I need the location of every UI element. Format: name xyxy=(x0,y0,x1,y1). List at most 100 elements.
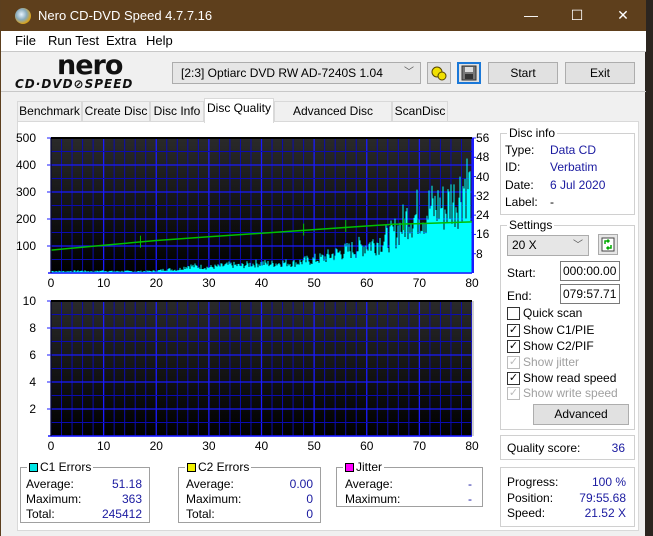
x-axis-tick-label: 70 xyxy=(412,439,427,453)
x-axis-tick-label: 10 xyxy=(96,276,111,290)
type-label: Type: xyxy=(505,143,535,157)
c1-maximum-label: Maximum: xyxy=(26,492,82,506)
x-axis-tick-label: 80 xyxy=(465,439,479,453)
quick-scan-checkbox[interactable]: Quick scan xyxy=(507,306,582,320)
y-axis-tick-label: 100 xyxy=(15,239,36,253)
x-axis-tick-label: 60 xyxy=(360,439,374,453)
x-axis-tick-label: 40 xyxy=(254,439,269,453)
x-axis-tick-label: 30 xyxy=(202,276,216,290)
x-axis-tick-label: 50 xyxy=(307,439,321,453)
x-axis-tick-label: 0 xyxy=(47,276,55,290)
y-axis-tick-label: 500 xyxy=(15,131,36,145)
disc-date-value: 6 Jul 2020 xyxy=(550,178,606,192)
app-window: Nero CD-DVD Speed 4.7.7.16 — ☐ ✕ File Ru… xyxy=(0,0,646,536)
minimize-button[interactable]: — xyxy=(508,0,554,31)
show-jitter-label: Show jitter xyxy=(523,355,580,369)
show-jitter-checkbox: ✓ Show jitter xyxy=(507,355,579,369)
show-c1-label: Show C1/PIE xyxy=(523,323,595,337)
c1-errors-title-text: C1 Errors xyxy=(40,460,92,474)
progress-group: Progress: 100 % Position: 79:55.68 Speed… xyxy=(500,467,635,527)
show-write-speed-checkbox: ✓ Show write speed xyxy=(507,386,618,400)
x-axis-tick-label: 60 xyxy=(360,276,374,290)
x-axis-tick-label: 50 xyxy=(307,276,321,290)
y-axis-tick-label: 300 xyxy=(15,185,36,199)
disc-info-group: Disc info Type: Data CD ID: Verbatim Dat… xyxy=(500,126,635,215)
quality-score-value: 36 xyxy=(611,441,625,455)
show-read-speed-checkbox[interactable]: ✓ Show read speed xyxy=(507,371,616,385)
x-axis-tick-label: 40 xyxy=(254,276,269,290)
chevron-down-icon: ﹀ xyxy=(573,240,583,251)
c2-errors-title: C2 Errors xyxy=(185,460,252,474)
disc-id-value: Verbatim xyxy=(550,160,598,174)
check-icon: ✓ xyxy=(507,355,520,369)
start-time-input[interactable]: 000:00.00 xyxy=(560,261,620,281)
c2-total-value: 0 xyxy=(306,507,313,521)
jitter-box: Jitter Average: - Maximum: - xyxy=(336,460,483,507)
check-icon: ✓ xyxy=(507,323,520,337)
right-axis-tick-label: 56 xyxy=(476,131,490,145)
c2-average-label: Average: xyxy=(186,477,234,491)
show-c1-checkbox[interactable]: ✓ Show C1/PIE xyxy=(507,323,594,337)
exit-button[interactable]: Exit xyxy=(565,62,635,84)
x-axis-tick-label: 70 xyxy=(412,276,427,290)
disc-info-title: Disc info xyxy=(507,126,558,140)
quality-score-label: Quality score: xyxy=(507,441,581,455)
end-time-input[interactable]: 079:57.71 xyxy=(560,284,620,304)
charts-area xyxy=(47,137,476,437)
settings-group: Settings 20 X ﹀ Start: 000:00.00 End: 07… xyxy=(500,218,635,430)
check-icon: ✓ xyxy=(507,386,520,400)
checkbox-box xyxy=(507,306,520,320)
check-icon: ✓ xyxy=(507,339,520,353)
progress-value: 100 % xyxy=(591,475,626,489)
x-axis-tick-label: 20 xyxy=(149,276,163,290)
y-axis-tick-label: 10 xyxy=(22,294,36,308)
maximize-button[interactable]: ☐ xyxy=(554,0,600,31)
quick-scan-label: Quick scan xyxy=(523,306,583,320)
x-axis-tick-label: 10 xyxy=(96,439,111,453)
show-c2-label: Show C2/PIF xyxy=(523,339,594,353)
x-axis-tick-label: 80 xyxy=(465,276,479,290)
y-axis-tick-label: 200 xyxy=(15,212,36,226)
c2-color-swatch xyxy=(187,462,196,472)
close-button[interactable]: ✕ xyxy=(600,0,646,31)
settings-title: Settings xyxy=(507,218,555,232)
c1-color-swatch xyxy=(29,462,38,472)
jitter-average-label: Average: xyxy=(345,477,393,491)
c1-average-value: 51.18 xyxy=(111,477,142,491)
jitter-title-text: Jitter xyxy=(356,460,383,474)
right-axis-tick-label: 40 xyxy=(476,169,490,184)
c2-maximum-label: Maximum: xyxy=(186,492,242,506)
jitter-maximum-value: - xyxy=(468,492,472,506)
right-axis-tick-label: 24 xyxy=(476,208,490,223)
jitter-title: Jitter xyxy=(343,460,385,474)
y-axis-tick-label: 2 xyxy=(29,402,36,416)
label-label: Label: xyxy=(505,195,538,209)
show-c2-checkbox[interactable]: ✓ Show C2/PIF xyxy=(507,339,594,353)
show-write-speed-label: Show write speed xyxy=(523,386,618,400)
quality-score-group: Quality score: 36 xyxy=(500,435,635,460)
c1-errors-title: C1 Errors xyxy=(27,460,94,474)
c2-errors-box: C2 Errors Average: 0.00 Maximum: 0 Total… xyxy=(178,460,321,523)
refresh-button[interactable] xyxy=(598,234,618,255)
x-axis-tick-label: 0 xyxy=(47,439,55,453)
x-axis-tick-label: 20 xyxy=(149,439,163,453)
disc-label-value: - xyxy=(550,195,554,209)
progress-label: Progress: xyxy=(507,475,559,489)
position-label: Position: xyxy=(507,491,554,505)
tab-disc-quality[interactable]: Disc Quality xyxy=(204,98,274,123)
c1-average-label: Average: xyxy=(26,477,74,491)
id-label: ID: xyxy=(505,160,521,174)
c2-maximum-value: 0 xyxy=(306,492,313,506)
jitter-average-value: - xyxy=(468,477,472,491)
position-value: 79:55.68 xyxy=(579,491,626,505)
refresh-icon xyxy=(601,237,615,252)
advanced-button[interactable]: Advanced xyxy=(533,404,629,425)
x-axis-tick-label: 30 xyxy=(202,439,216,453)
speed-label: Speed: xyxy=(507,506,546,520)
c2-total-label: Total: xyxy=(186,507,215,521)
start-label: Start: xyxy=(507,266,536,280)
c2-errors-title-text: C2 Errors xyxy=(198,460,250,474)
y-axis-tick-label: 6 xyxy=(29,348,36,362)
speed-select[interactable]: 20 X ﹀ xyxy=(507,235,589,256)
c1-errors-box: C1 Errors Average: 51.18 Maximum: 363 To… xyxy=(20,460,150,523)
